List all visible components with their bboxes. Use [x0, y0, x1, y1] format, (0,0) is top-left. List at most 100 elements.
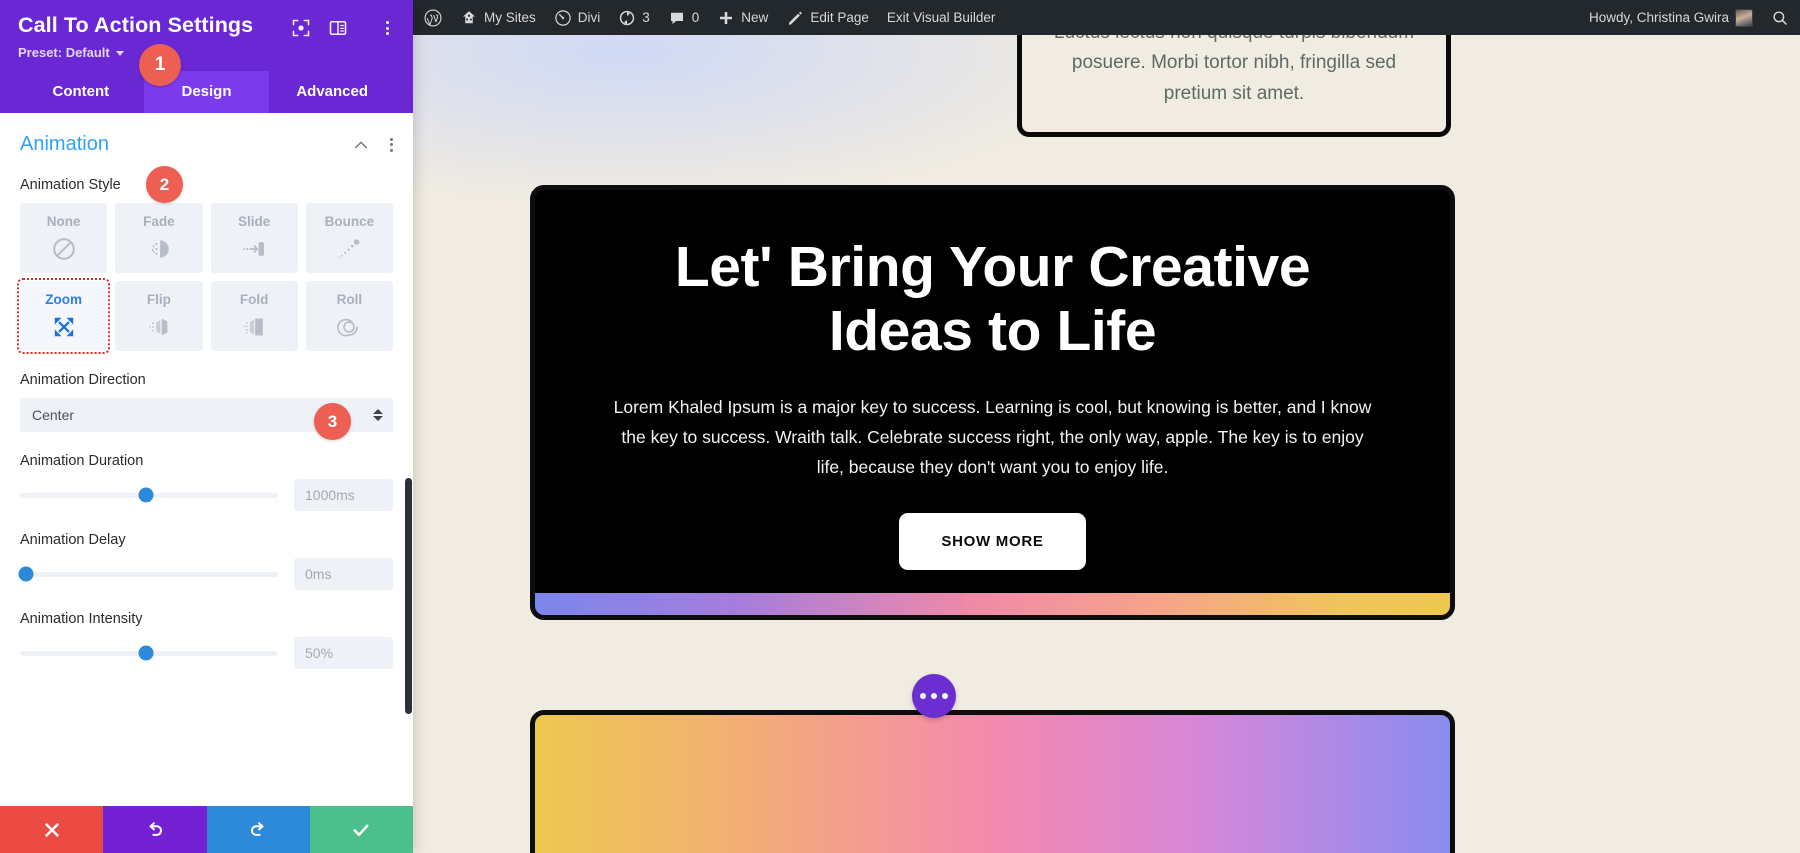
animation-option-none[interactable]: None — [20, 203, 108, 273]
preset-label: Preset: Default — [18, 45, 110, 60]
module-settings-panel: Call To Action Settings Preset: Default … — [0, 0, 413, 853]
animation-option-fold-label: Fold — [239, 292, 269, 307]
animation-option-bounce[interactable]: Bounce — [305, 203, 393, 273]
dot-icon — [942, 693, 948, 699]
adminbar-search[interactable] — [1762, 0, 1798, 35]
adminbar-new[interactable]: New — [708, 0, 777, 35]
animation-direction-field: Animation Direction Center — [0, 372, 413, 432]
plus-icon — [720, 11, 733, 24]
animation-duration-row: 1000ms — [20, 479, 393, 511]
wordpress-admin-bar: My Sites Divi 3 0 New Edit Page Exit Vis… — [413, 0, 1800, 35]
slider-thumb[interactable] — [138, 645, 154, 661]
save-button[interactable] — [309, 806, 413, 853]
comment-bubble-icon — [670, 12, 683, 24]
adminbar-edit-page[interactable]: Edit Page — [777, 0, 878, 35]
adminbar-new-label: New — [741, 10, 769, 25]
dot-icon — [920, 693, 926, 699]
module-more-options-button[interactable] — [912, 674, 956, 718]
adminbar-my-sites[interactable]: My Sites — [451, 0, 545, 35]
gradient-section-bottom[interactable] — [530, 710, 1455, 853]
tab-content[interactable]: Content — [18, 71, 144, 113]
animation-style-label: Animation Style — [20, 177, 121, 193]
cancel-button[interactable] — [0, 806, 104, 853]
adminbar-account[interactable]: Howdy, Christina Gwira — [1580, 0, 1762, 35]
animation-option-fade[interactable]: Fade — [115, 203, 203, 273]
animation-option-bounce-label: Bounce — [324, 214, 375, 229]
chevron-down-icon — [115, 51, 124, 56]
dot-icon — [931, 693, 937, 699]
adminbar-comments-count: 0 — [691, 10, 700, 25]
fade-icon — [151, 240, 169, 258]
select-spinner-icon — [373, 409, 383, 421]
layout-columns-icon[interactable] — [328, 18, 348, 38]
settings-panel-header: Call To Action Settings Preset: Default … — [0, 0, 413, 113]
animation-option-slide[interactable]: Slide — [210, 203, 298, 273]
adminbar-exit-visual-builder[interactable]: Exit Visual Builder — [878, 0, 1005, 35]
animation-option-flip[interactable]: Flip — [115, 281, 203, 351]
blurb-top-text: Luctus lectus non quisque turpis bibendu… — [1054, 35, 1414, 105]
redo-arrow-icon — [251, 821, 264, 836]
slider-thumb[interactable] — [138, 487, 154, 503]
animation-section-title: Animation — [20, 133, 109, 155]
fold-icon — [243, 318, 264, 336]
animation-option-fold[interactable]: Fold — [210, 281, 298, 351]
cta-title: Let' Bring Your Creative Ideas to Life — [674, 235, 1311, 363]
animation-option-none-label: None — [46, 214, 81, 229]
animation-duration-input[interactable]: 1000ms — [294, 479, 393, 511]
search-icon — [1773, 10, 1787, 25]
settings-tabs: Content Design Advanced — [18, 71, 395, 113]
zoom-expand-icon — [54, 317, 73, 337]
animation-duration-label: Animation Duration — [20, 453, 144, 469]
animation-duration-slider[interactable] — [20, 484, 278, 506]
no-entry-icon — [52, 238, 75, 260]
blurb-module-top[interactable]: Luctus lectus non quisque turpis bibendu… — [1017, 35, 1451, 137]
animation-direction-label: Animation Direction — [20, 372, 146, 388]
page-canvas: Luctus lectus non quisque turpis bibendu… — [413, 35, 1800, 853]
roll-spiral-icon — [337, 318, 359, 337]
slider-thumb[interactable] — [18, 566, 34, 582]
step-bubble-1: 1 — [139, 44, 181, 86]
settings-panel-footer — [0, 806, 413, 853]
kebab-menu-icon[interactable] — [379, 19, 395, 37]
focus-target-icon[interactable] — [291, 18, 311, 38]
adminbar-updates[interactable]: 3 — [609, 0, 659, 35]
animation-option-zoom-label: Zoom — [45, 292, 82, 307]
adminbar-my-sites-label: My Sites — [484, 10, 536, 25]
animation-delay-field: Animation Delay 0ms — [0, 532, 413, 590]
step-bubble-2: 2 — [146, 166, 183, 203]
tab-advanced[interactable]: Advanced — [269, 71, 395, 113]
chevron-up-icon[interactable] — [353, 137, 369, 153]
animation-style-field: Animation Style None Fade Slide Bounce Z… — [0, 177, 413, 354]
animation-option-zoom[interactable]: Zoom — [16, 278, 111, 354]
animation-intensity-slider[interactable] — [20, 642, 278, 664]
animation-intensity-field: Animation Intensity 50% — [0, 611, 413, 669]
animation-delay-slider[interactable] — [18, 563, 278, 585]
adminbar-updates-count: 3 — [642, 10, 650, 25]
adminbar-edit-page-label: Edit Page — [810, 10, 869, 25]
call-to-action-module[interactable]: Let' Bring Your Creative Ideas to Life L… — [530, 185, 1455, 620]
adminbar-exit-vb-label: Exit Visual Builder — [886, 10, 996, 25]
chevron-down-icon — [373, 416, 383, 421]
adminbar-wordpress-logo[interactable] — [415, 0, 451, 35]
animation-intensity-label: Animation Intensity — [20, 611, 143, 627]
page-title: Call To Action Settings — [18, 13, 254, 37]
undo-button[interactable] — [103, 806, 207, 853]
animation-option-flip-label: Flip — [146, 292, 171, 307]
settings-panel-scrollbar[interactable] — [405, 478, 412, 714]
animation-option-roll-label: Roll — [336, 292, 363, 307]
animation-style-grid: None Fade Slide Bounce Zoom Flip Fold Ro… — [16, 203, 393, 354]
preset-selector[interactable]: Preset: Default — [18, 45, 395, 60]
animation-delay-input[interactable]: 0ms — [294, 558, 393, 590]
section-kebab-menu-icon[interactable] — [383, 136, 399, 154]
cta-show-more-button[interactable]: SHOW MORE — [899, 512, 1086, 570]
redo-button[interactable] — [206, 806, 310, 853]
wordpress-logo-icon — [424, 8, 442, 27]
step-bubble-3: 3 — [314, 403, 351, 440]
adminbar-divi-label: Divi — [577, 10, 601, 25]
animation-intensity-input[interactable]: 50% — [294, 637, 393, 669]
adminbar-comments[interactable]: 0 — [659, 0, 709, 35]
animation-intensity-row: 50% — [20, 637, 393, 669]
animation-option-roll[interactable]: Roll — [305, 281, 393, 351]
adminbar-divi[interactable]: Divi — [545, 0, 610, 35]
animation-option-fade-label: Fade — [143, 214, 175, 229]
